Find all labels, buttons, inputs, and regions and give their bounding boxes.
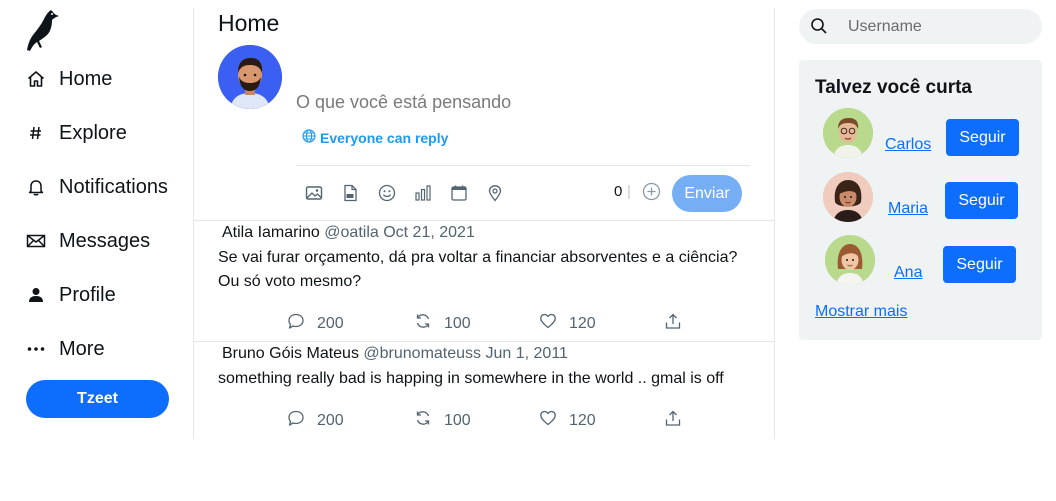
reply-setting-label: Everyone can reply xyxy=(320,129,449,146)
add-thread-icon[interactable] xyxy=(642,182,661,201)
globe-icon xyxy=(302,129,320,146)
post-text: Se vai furar orçamento, dá pra voltar a … xyxy=(218,249,738,290)
share-icon xyxy=(664,409,694,432)
like-button[interactable]: 120 xyxy=(539,312,596,335)
person-icon xyxy=(26,285,46,305)
follow-button[interactable]: Seguir xyxy=(946,119,1019,156)
post-meta[interactable]: @brunomateuss Jun 1, 2011 xyxy=(363,345,568,362)
sidebar-item-label: Notifications xyxy=(59,175,168,198)
emoji-icon[interactable] xyxy=(378,184,396,202)
poll-icon[interactable] xyxy=(414,184,432,202)
post-header: Bruno Góis Mateus @brunomateuss Jun 1, 2… xyxy=(222,345,568,363)
retweet-count: 100 xyxy=(444,314,471,332)
more-icon xyxy=(26,339,46,359)
like-count: 120 xyxy=(569,314,596,332)
search-icon xyxy=(810,17,828,35)
suggestion-name-maria[interactable]: Maria xyxy=(888,200,928,218)
reply-count: 200 xyxy=(317,314,344,332)
reply-icon xyxy=(287,409,317,432)
follow-button[interactable]: Seguir xyxy=(945,182,1018,219)
post-author-name[interactable]: Bruno Góis Mateus xyxy=(222,345,359,362)
sidebar-item-label: Messages xyxy=(59,229,151,252)
share-button[interactable] xyxy=(664,312,694,335)
retweet-icon xyxy=(414,312,444,335)
heart-icon xyxy=(539,312,569,335)
schedule-icon[interactable] xyxy=(450,184,468,202)
sidebar-item-profile[interactable]: Profile xyxy=(26,280,116,310)
suggestion-name-ana[interactable]: Ana xyxy=(894,264,922,282)
sidebar-item-more[interactable]: More xyxy=(26,334,105,364)
envelope-icon xyxy=(26,231,46,251)
retweet-count: 100 xyxy=(444,411,471,429)
compose-divider xyxy=(296,165,750,166)
column-divider xyxy=(774,8,775,439)
share-button[interactable] xyxy=(664,409,694,432)
feed-divider xyxy=(193,341,774,342)
retweet-button[interactable]: 100 xyxy=(414,409,471,432)
retweet-button[interactable]: 100 xyxy=(414,312,471,335)
send-button[interactable]: Enviar xyxy=(672,175,742,212)
avatar[interactable] xyxy=(823,108,873,158)
character-counter: 0 xyxy=(614,183,623,200)
show-more-link[interactable]: Mostrar mais xyxy=(815,303,907,321)
suggestions-title: Talvez você curta xyxy=(815,77,973,98)
post-text: something really bad is happing in somew… xyxy=(218,370,724,387)
post-author-name[interactable]: Atila Iamarino xyxy=(222,224,320,241)
retweet-icon xyxy=(414,409,444,432)
feed-divider xyxy=(193,220,774,221)
sidebar-item-home[interactable]: Home xyxy=(26,64,112,94)
sidebar-item-label: More xyxy=(59,337,105,360)
reply-icon xyxy=(287,312,317,335)
avatar[interactable] xyxy=(825,235,875,285)
page-title: Home xyxy=(218,10,280,36)
tzeet-button[interactable]: Tzeet xyxy=(26,380,169,418)
reply-setting-link[interactable]: Everyone can reply xyxy=(302,129,448,146)
counter-separator: | xyxy=(627,183,631,200)
follow-button[interactable]: Seguir xyxy=(943,246,1016,283)
column-divider xyxy=(193,8,194,439)
home-icon xyxy=(26,69,46,89)
bird-logo-icon[interactable] xyxy=(24,6,60,56)
sidebar-item-notifications[interactable]: Notifications xyxy=(26,172,168,202)
hash-icon xyxy=(26,123,46,143)
avatar[interactable] xyxy=(823,172,873,222)
sidebar-item-messages[interactable]: Messages xyxy=(26,226,150,256)
bell-icon xyxy=(26,177,46,197)
avatar[interactable] xyxy=(218,45,282,109)
post-header: Atila Iamarino @oatila Oct 21, 2021 xyxy=(222,224,475,242)
share-icon xyxy=(664,312,694,335)
sidebar-item-label: Explore xyxy=(59,121,127,144)
post-meta[interactable]: @oatila Oct 21, 2021 xyxy=(324,224,475,241)
like-count: 120 xyxy=(569,411,596,429)
reply-button[interactable]: 200 xyxy=(287,312,344,335)
gif-icon[interactable] xyxy=(341,184,359,202)
reply-count: 200 xyxy=(317,411,344,429)
compose-input[interactable] xyxy=(296,88,746,116)
image-icon[interactable] xyxy=(305,184,323,202)
suggestion-name-carlos[interactable]: Carlos xyxy=(885,136,931,154)
location-icon[interactable] xyxy=(486,184,504,202)
heart-icon xyxy=(539,409,569,432)
sidebar-item-label: Home xyxy=(59,67,113,90)
like-button[interactable]: 120 xyxy=(539,409,596,432)
sidebar-item-label: Profile xyxy=(59,283,116,306)
search-input[interactable] xyxy=(848,15,1028,39)
reply-button[interactable]: 200 xyxy=(287,409,344,432)
sidebar-item-explore[interactable]: Explore xyxy=(26,118,127,148)
